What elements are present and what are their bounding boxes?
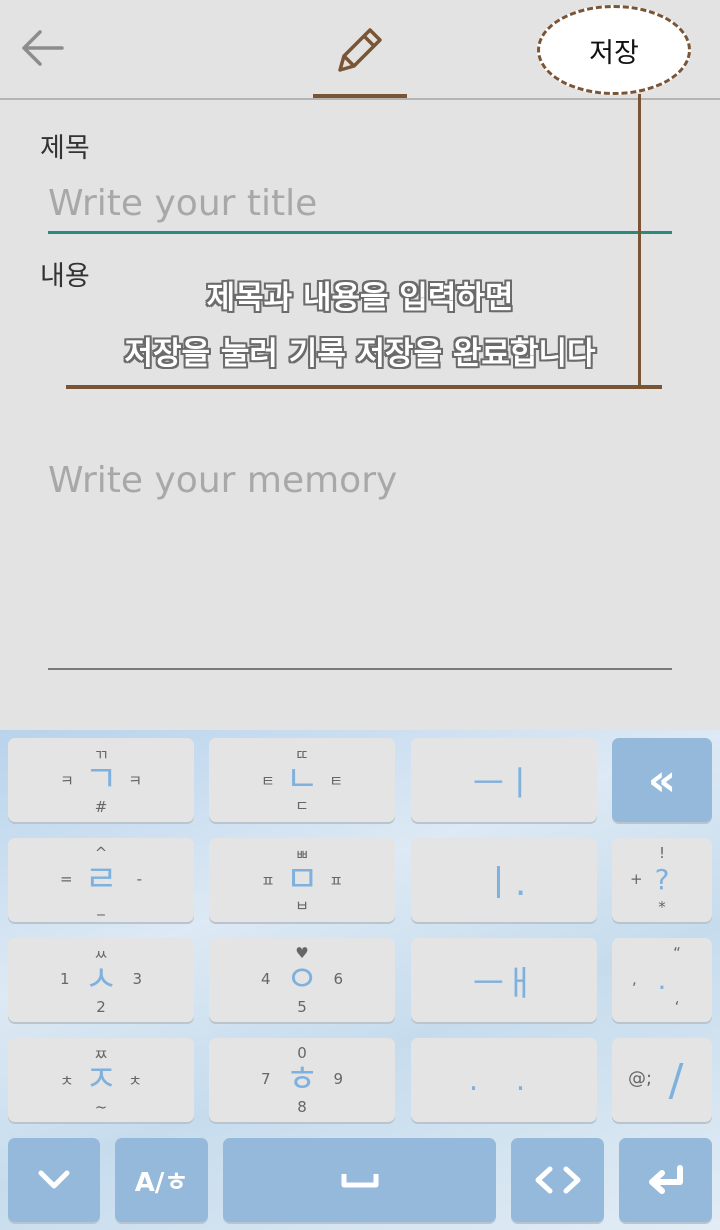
cursor-move-button[interactable] <box>511 1138 604 1222</box>
key-bottom-label: ㅂ <box>295 897 309 915</box>
key-eu-ae[interactable]: ㅡㅐ <box>411 938 597 1022</box>
key-bottom-label: 2 <box>96 998 106 1016</box>
space-key[interactable] <box>223 1138 496 1222</box>
key-ieung[interactable]: ♥ 4 ㅇ 6 5 <box>209 938 395 1022</box>
key-jieut[interactable]: ㅉ ㅊ ㅈ ㅊ ~ <box>8 1038 194 1122</box>
key-right-label: - <box>136 870 142 888</box>
memory-input[interactable] <box>48 460 672 670</box>
chevron-down-icon <box>38 1170 70 1189</box>
pencil-icon[interactable] <box>330 20 388 78</box>
key-bottom-label: 5 <box>297 998 307 1016</box>
key-giyeok[interactable]: ㄲ ㅋ ㄱ ㅋ # <box>8 738 194 822</box>
keyboard: ㄲ ㅋ ㄱ ㅋ # ㄸ ㅌ ㄴ ㅌ ㄷ ㅡㅣ « ^ = ㄹ - _ ㅃ ㅍ ㅁ… <box>0 730 720 1230</box>
key-main-label: ㄹ <box>84 859 118 900</box>
key-main-label: ㅡㅣ <box>472 763 536 804</box>
key-eu-i[interactable]: ㅡㅣ <box>411 738 597 822</box>
key-right-label: ㅌ <box>329 772 343 790</box>
space-icon <box>341 1174 378 1188</box>
key-right-label: 9 <box>333 1070 343 1088</box>
key-nieun[interactable]: ㄸ ㅌ ㄴ ㅌ ㄷ <box>209 738 395 822</box>
key-mieum[interactable]: ㅃ ㅍ ㅁ ㅍ ㅂ <box>209 838 395 922</box>
save-button[interactable]: 저장 <box>537 5 691 95</box>
title-input[interactable] <box>48 182 672 234</box>
annotation-underline <box>66 385 662 389</box>
key-main-label: ㄱ <box>84 759 118 800</box>
key-right-label: ㅊ <box>128 1072 142 1090</box>
key-bottom-label: ‘ <box>674 998 680 1016</box>
key-bottom-label: 8 <box>297 1098 307 1116</box>
title-label: 제목 <box>40 133 90 164</box>
key-siot[interactable]: ㅆ 1 ㅅ 3 2 <box>8 938 194 1022</box>
key-bottom-label: # <box>94 798 108 816</box>
key-main-label: ㅡㅐ <box>472 963 536 1004</box>
key-main-label: ㅈ <box>84 1059 118 1100</box>
key-main-label: ㅇ <box>285 959 319 1000</box>
key-right-label: ㅍ <box>329 872 343 890</box>
key-main-label: / <box>668 1054 684 1106</box>
key-hieut[interactable]: 0 7 ㅎ 9 8 <box>209 1038 395 1122</box>
key-right-label: ㅋ <box>128 772 142 790</box>
collapse-keyboard-button[interactable] <box>8 1138 100 1222</box>
key-rieul[interactable]: ^ = ㄹ - _ <box>8 838 194 922</box>
active-tab-indicator <box>313 94 407 98</box>
key-right-label: 3 <box>132 970 142 988</box>
key-dots[interactable]: . . <box>411 1038 597 1122</box>
backspace-icon: « <box>647 754 677 806</box>
key-punct[interactable]: “ , . ‘ <box>612 938 712 1022</box>
top-bar: 저장 <box>0 0 720 100</box>
key-slash[interactable]: @; / <box>612 1038 712 1122</box>
key-main-label: ㅁ <box>285 859 319 900</box>
save-button-label: 저장 <box>589 37 639 69</box>
key-bottom-label: * <box>658 898 666 916</box>
key-right-label: 6 <box>333 970 343 988</box>
enter-icon <box>648 1165 683 1194</box>
key-bottom-label: ㄷ <box>295 797 309 815</box>
key-main-label: ㅅ <box>84 959 118 1000</box>
key-question[interactable]: ! + ? * <box>612 838 712 922</box>
key-main-label: . . <box>468 1062 540 1098</box>
annotation-text: 제목과 내용을 입력하면 저장을 눌러 기록 저장을 완료합니다 <box>60 270 660 382</box>
key-main-label: ㄴ <box>285 759 319 800</box>
language-toggle-button[interactable]: A/ㅎ <box>115 1138 208 1222</box>
annotation-line-1: 제목과 내용을 입력하면 <box>206 280 514 316</box>
backspace-key[interactable]: « <box>612 738 712 822</box>
key-bottom-label: _ <box>97 898 105 916</box>
key-main-label: ㅎ <box>285 1059 319 1100</box>
key-main-label: . <box>657 963 667 996</box>
key-bottom-label: ~ <box>94 1098 108 1116</box>
key-i-dot[interactable]: ㅣ. <box>411 838 597 922</box>
annotation-line-2: 저장을 눌러 기록 저장을 완료합니다 <box>124 336 596 372</box>
language-toggle-label: A/ㅎ <box>134 1167 189 1198</box>
key-main-label: ? <box>654 863 670 896</box>
enter-key[interactable] <box>619 1138 712 1222</box>
angle-brackets-icon <box>535 1166 580 1194</box>
key-main-label: ㅣ. <box>481 863 527 904</box>
key-left-label: @; <box>628 1068 653 1089</box>
arrow-left-icon[interactable] <box>18 26 66 70</box>
